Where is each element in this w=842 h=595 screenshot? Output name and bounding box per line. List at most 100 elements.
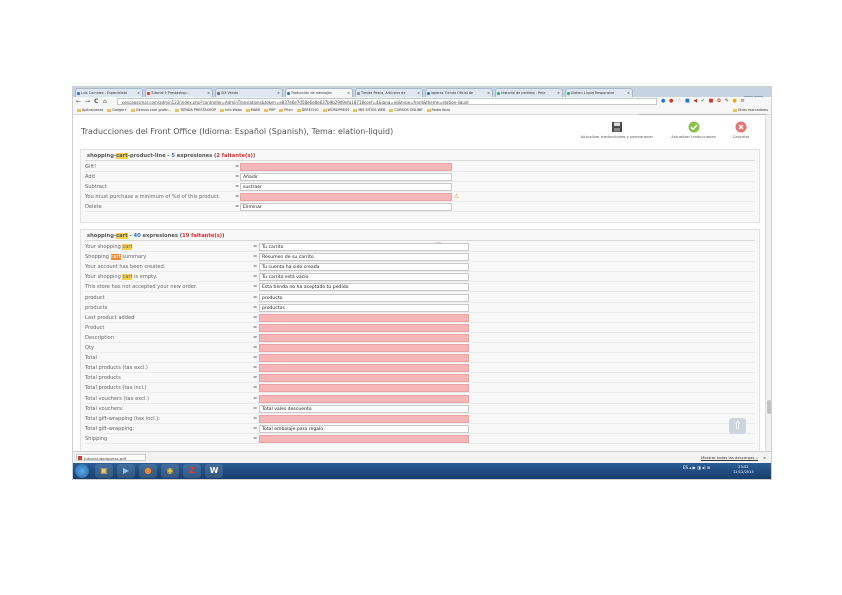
translation-input[interactable] <box>259 333 469 342</box>
stop-icon[interactable]: ● <box>669 98 673 104</box>
clock[interactable]: 23:52 12/12/2013 <box>733 465 754 475</box>
bookmark-label: Info Webs <box>225 108 242 112</box>
wrench-icon[interactable]: ✎ <box>725 98 729 104</box>
tab-close-icon[interactable]: × <box>277 89 280 97</box>
tab-2[interactable]: SIX Venda × <box>215 88 283 97</box>
start-button[interactable] <box>75 464 89 478</box>
translation-input[interactable]: Esta tienda no ha aceptado tu pedido <box>259 283 469 292</box>
alert-icon[interactable]: ● <box>733 98 737 104</box>
star-icon[interactable]: ☆ <box>677 98 681 104</box>
tab-close-icon[interactable]: × <box>137 89 140 97</box>
forward-button[interactable]: → <box>85 98 90 105</box>
taskbar-filezilla-icon[interactable]: Z <box>183 464 201 478</box>
equals-sign: = <box>235 194 240 201</box>
translation-row: Your shopping cart = Tu carrito <box>85 242 755 252</box>
translation-input[interactable]: Tu carrito <box>259 243 469 251</box>
url-bar[interactable]: pescaossmar.com/admin123/index.php?contr… <box>117 98 657 105</box>
equals-sign: = <box>253 355 258 362</box>
tab-7[interactable]: Elation Liquid Responsive × <box>565 88 633 97</box>
tab-close-icon[interactable]: × <box>417 89 420 97</box>
tab-close-icon[interactable]: × <box>347 89 350 97</box>
translation-input[interactable]: Total embalaje para regalo <box>259 424 469 433</box>
tab-label: laperas Tienda Oficial de <box>431 91 473 95</box>
taskbar-word-icon[interactable]: W <box>205 464 223 478</box>
translation-input[interactable]: Tu carrito está vacío <box>259 273 469 282</box>
tab-1[interactable]: Tutorial 5 Prestashop - × <box>145 88 213 97</box>
translation-input[interactable] <box>259 394 469 403</box>
bookmark-item[interactable]: DERECHO <box>296 106 319 114</box>
show-all-downloads-link[interactable]: Mostrar todas las descargas... <box>701 452 758 463</box>
mail-icon[interactable]: ■ <box>685 98 690 104</box>
translation-row: Gift! = <box>85 162 755 172</box>
cancel-label: Cancelar <box>732 134 750 139</box>
tab-0[interactable]: Luis Cornidez - Especialista × <box>75 88 143 97</box>
page-scrollbar[interactable] <box>765 115 771 451</box>
tab-close-icon[interactable]: × <box>627 89 630 97</box>
tab-6[interactable]: Historial de pedidos - Pesc × <box>495 88 563 97</box>
translation-input[interactable]: sustraer <box>240 183 452 192</box>
bookmark-item[interactable]: Genuus.com grafic... <box>131 106 171 114</box>
translation-input[interactable] <box>240 193 452 202</box>
tab-5[interactable]: laperas Tienda Oficial de × <box>425 88 493 97</box>
back-button[interactable]: ← <box>76 98 81 105</box>
translation-input[interactable] <box>259 414 469 423</box>
bookmark-item[interactable]: PRP <box>263 106 275 114</box>
gear-icon[interactable]: ✿ <box>717 98 721 104</box>
translation-input[interactable]: Resumen de su carrito <box>259 253 469 262</box>
tab-4[interactable]: Tienda Pesca, Articulos de × <box>355 88 423 97</box>
cancel-button[interactable]: Cancelar <box>726 121 756 139</box>
translation-row: Shipping = <box>85 434 755 444</box>
translation-input[interactable]: productos <box>259 303 469 312</box>
close-downloads-button[interactable]: × <box>763 452 766 463</box>
bookmark-item[interactable]: Aplicaciones <box>77 106 103 114</box>
bookmark-item[interactable]: MAMI <box>245 106 260 114</box>
bookmark-item[interactable]: WORDPRESS <box>322 106 349 114</box>
translation-input[interactable] <box>259 344 469 352</box>
translation-input[interactable]: producto <box>259 293 469 302</box>
taskbar-firefox-icon[interactable]: ● <box>139 464 157 478</box>
translation-input[interactable] <box>259 364 469 373</box>
translation-input[interactable]: Añadir <box>240 173 452 182</box>
translation-input[interactable] <box>259 354 469 363</box>
save-and-stay-button[interactable]: Actualizar traducciones y permanecer <box>573 121 661 139</box>
flag-icon[interactable]: ◀ <box>693 98 697 104</box>
cancel-circle-icon <box>735 121 747 133</box>
bookmark-item[interactable]: Info Webs <box>220 106 242 114</box>
bookmark-item[interactable]: Pitch <box>279 106 293 114</box>
tab-3[interactable]: Traducción de mensajes × <box>285 88 353 97</box>
translation-row: Delete = Eliminar <box>85 202 755 213</box>
bookmark-label: MAMI <box>250 108 260 112</box>
bookmark-item[interactable]: TIENDA PRESTASHOP <box>175 106 216 114</box>
tab-close-icon[interactable]: × <box>207 89 210 97</box>
tab-close-icon[interactable]: × <box>557 89 560 97</box>
save-button[interactable]: Actualizar traducciones <box>666 121 721 139</box>
translation-input[interactable] <box>259 323 469 332</box>
bookmark-item[interactable]: CURSOS ONLINE <box>389 106 423 114</box>
download-item[interactable]: tutorial-wordpress.pdf <box>76 454 146 461</box>
search-icon[interactable]: ● <box>661 98 665 104</box>
taskbar-explorer-icon[interactable]: ▣ <box>95 464 113 478</box>
translation-input[interactable] <box>259 384 469 393</box>
home-button[interactable]: ⌂ <box>103 98 107 105</box>
equals-sign: = <box>235 164 240 170</box>
translation-input[interactable] <box>240 163 452 171</box>
translation-input[interactable]: Tu cuenta ha sido creada <box>259 263 469 272</box>
bookmark-item[interactable]: Google+ <box>107 106 127 114</box>
bookmark-item[interactable]: MIS SITIOS WEB <box>353 106 385 114</box>
taskbar-chrome-icon[interactable]: ◉ <box>161 464 179 478</box>
bookmark-item[interactable]: Radio Ibiza <box>426 106 450 114</box>
translation-input[interactable] <box>259 374 469 383</box>
scroll-to-top-button[interactable]: ⇧ <box>729 418 746 434</box>
check-icon[interactable]: ✔ <box>701 98 705 104</box>
menu-icon[interactable]: ≡ <box>740 98 744 104</box>
translation-input[interactable] <box>259 313 469 322</box>
record-icon[interactable]: ■ <box>709 98 714 104</box>
bookmark-item[interactable]: Otros marcadores <box>732 106 768 114</box>
translation-input[interactable] <box>259 434 469 443</box>
taskbar-media-icon[interactable]: ▶ <box>117 464 135 478</box>
scrollbar-thumb[interactable] <box>767 400 771 414</box>
translation-input[interactable]: Total vales descuento <box>259 404 469 413</box>
tab-close-icon[interactable]: × <box>487 89 490 97</box>
translation-input[interactable]: Eliminar <box>240 203 452 212</box>
reload-button[interactable]: C <box>94 98 98 105</box>
